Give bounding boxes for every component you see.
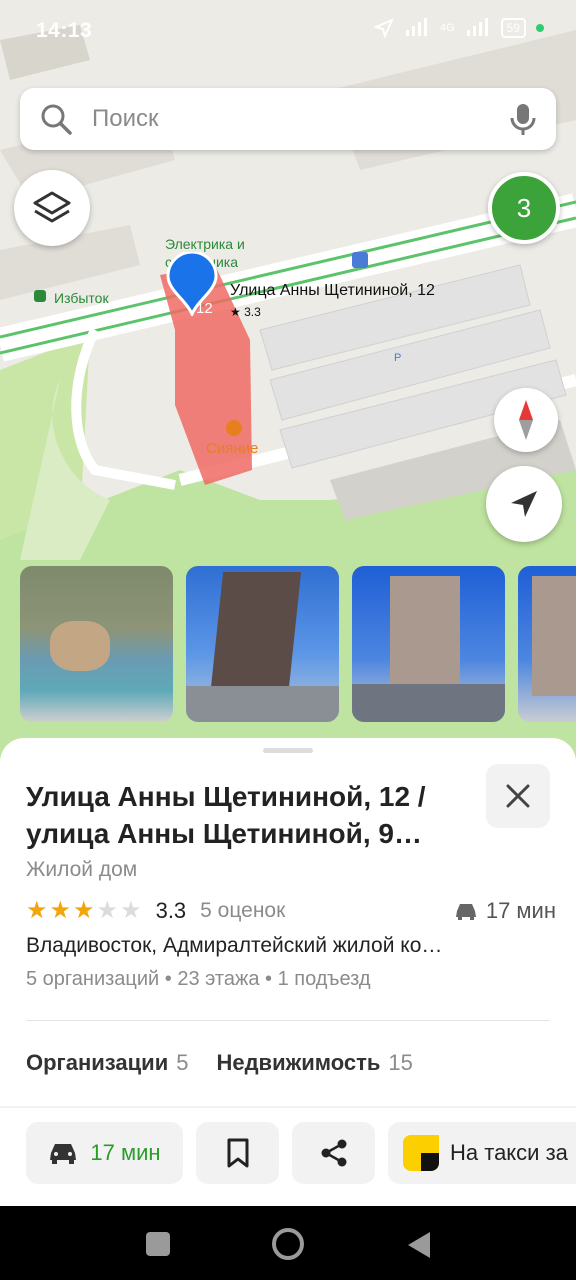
poi-label-siyanie[interactable]: Сияние xyxy=(206,440,258,457)
photo-building-1[interactable] xyxy=(186,566,339,722)
location-pin-icon[interactable] xyxy=(166,252,218,316)
photo-ground xyxy=(186,686,339,722)
rating-value: 3.3 xyxy=(155,898,187,923)
parking-label: P xyxy=(394,352,402,364)
rating-row[interactable]: ★ ★ ★ ★ ★ 3.3 5 оценок 17 мин xyxy=(26,896,556,926)
clock: 14:13 xyxy=(36,19,93,42)
tab-real-estate-label: Недвижимость xyxy=(216,1050,381,1075)
navigation-arrow-icon xyxy=(511,491,537,517)
drive-time: 17 мин xyxy=(485,898,556,923)
layers-icon xyxy=(33,191,71,223)
search-bar[interactable]: Поиск xyxy=(20,88,556,150)
place-title-line1: Улица Анны Щетининой, 12 / xyxy=(26,781,426,812)
system-navigation-bar xyxy=(0,1206,576,1280)
bookmark-icon xyxy=(227,1138,248,1168)
photo-building-2[interactable] xyxy=(352,566,505,722)
star-icon: ★ xyxy=(73,897,95,924)
car-icon xyxy=(455,904,476,920)
signal-icon xyxy=(405,18,427,36)
photo-playground[interactable] xyxy=(20,566,173,722)
home-icon[interactable] xyxy=(272,1228,304,1260)
star-icon: ★ xyxy=(26,897,48,924)
photo-carousel[interactable] xyxy=(0,566,576,722)
photo-building-shape-3 xyxy=(532,576,576,696)
place-meta: 5 организаций • 23 этажа • 1 подъезд xyxy=(26,968,371,990)
tab-organizations-count: 5 xyxy=(176,1050,189,1075)
taxi-icon xyxy=(403,1135,439,1171)
photo-play-area xyxy=(50,621,110,671)
poi-orange-icon[interactable] xyxy=(226,420,242,436)
tab-real-estate[interactable]: Недвижимость 15 xyxy=(216,1050,412,1076)
signal-2-icon xyxy=(466,18,488,36)
place-title-line2: улица Анны Щетининой, 9… xyxy=(26,818,422,849)
photo-ground-2 xyxy=(352,684,505,722)
close-icon xyxy=(506,784,530,808)
action-bar: 17 мин На такси за xyxy=(0,1122,576,1184)
tab-real-estate-count: 15 xyxy=(388,1050,413,1075)
microphone-icon[interactable] xyxy=(508,102,538,136)
car-icon xyxy=(50,1144,77,1164)
share-button[interactable] xyxy=(292,1122,375,1184)
tab-organizations-label: Организации xyxy=(26,1050,169,1075)
location-arrow-icon xyxy=(373,18,394,38)
sheet-grip[interactable] xyxy=(263,748,313,753)
drive-eta: 17 мин xyxy=(454,898,556,924)
compass-button[interactable] xyxy=(494,388,558,452)
back-icon[interactable] xyxy=(404,1230,432,1260)
photo-building-shape-2 xyxy=(390,576,460,691)
search-icon xyxy=(41,104,72,135)
route-time: 17 мин xyxy=(90,1140,161,1165)
photo-building-3[interactable] xyxy=(518,566,576,722)
map-rating-label: ★ 3.3 xyxy=(230,305,261,319)
tab-organizations[interactable]: Организации 5 xyxy=(26,1050,188,1076)
star-empty-icon: ★ xyxy=(96,897,119,924)
taxi-label: На такси за xyxy=(450,1140,568,1165)
star-empty-icon: ★ xyxy=(120,897,142,924)
bookmark-button[interactable] xyxy=(196,1122,279,1184)
privacy-dot-icon xyxy=(536,24,544,32)
network-type: 4G xyxy=(439,22,455,34)
place-title: Улица Анны Щетининой, 12 / улица Анны Ще… xyxy=(26,778,476,852)
recents-icon[interactable] xyxy=(146,1232,170,1256)
place-tabs: Организации 5 Недвижимость 15 xyxy=(26,1050,413,1076)
status-bar: 14:13 4G 59 xyxy=(0,0,576,60)
place-address[interactable]: Владивосток, Адмиралтейский жилой ко… xyxy=(26,934,442,958)
share-icon xyxy=(321,1139,346,1167)
route-button[interactable]: 17 мин xyxy=(26,1122,183,1184)
battery-icon: 59 xyxy=(500,18,526,38)
close-button[interactable] xyxy=(486,764,550,828)
search-input[interactable]: Поиск xyxy=(92,105,159,133)
shop-icon xyxy=(34,290,46,302)
poi-label-electrics[interactable]: Электрика и xyxy=(165,236,245,252)
compass-icon xyxy=(519,400,533,440)
star-icon: ★ xyxy=(49,897,72,924)
taxi-button[interactable]: На такси за xyxy=(388,1122,576,1184)
poi-label-shop[interactable]: Избыток xyxy=(54,290,109,306)
place-type: Жилой дом xyxy=(26,858,138,881)
map-address-label: Улица Анны Щетининой, 12 xyxy=(230,282,435,299)
cluster-badge[interactable]: 3 xyxy=(488,172,560,244)
layers-button[interactable] xyxy=(14,170,90,246)
sheet-separator xyxy=(0,1106,576,1108)
bus-stop-icon[interactable] xyxy=(352,252,368,268)
divider xyxy=(26,1020,550,1021)
my-location-button[interactable] xyxy=(486,466,562,542)
reviews-count[interactable]: 5 оценок xyxy=(200,899,285,923)
map-view[interactable]: Электрика и сантехника Избыток Улица Анн… xyxy=(0,0,576,770)
rating-stars: ★ ★ ★ ★ ★ xyxy=(26,899,142,923)
